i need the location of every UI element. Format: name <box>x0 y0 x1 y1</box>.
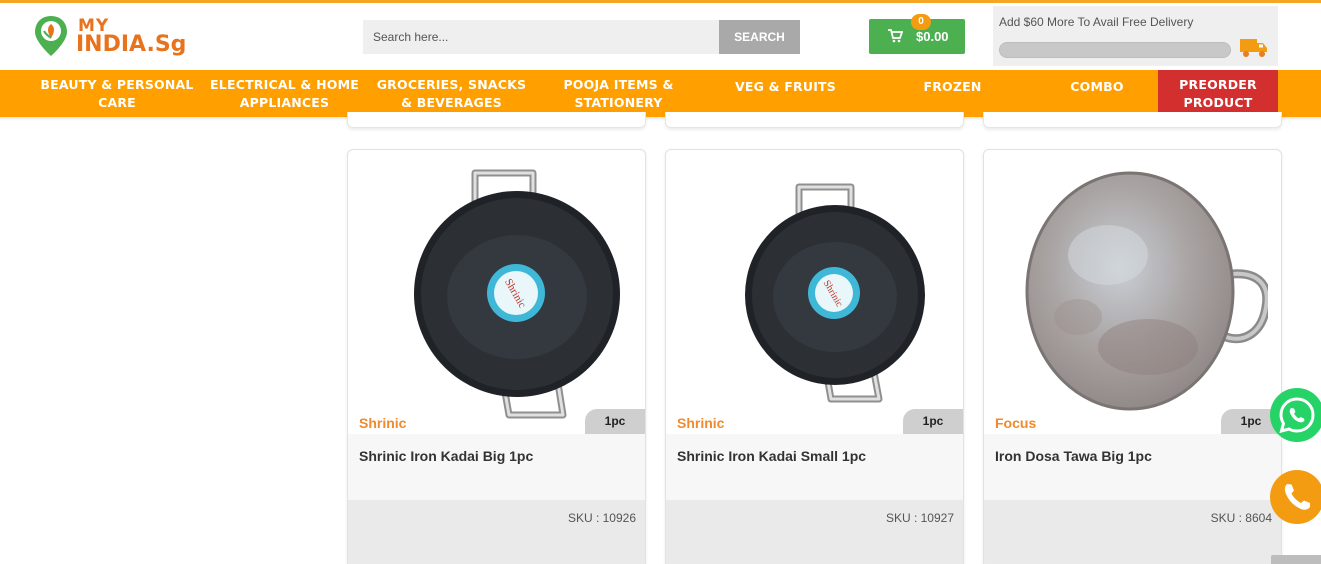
product-title-box: Iron Dosa Tawa Big 1pc <box>984 434 1281 500</box>
nav-item-line1: ELECTRICAL & HOME <box>210 76 359 92</box>
product-sku: SKU : 8604 <box>1210 511 1272 525</box>
nav-item-frozen[interactable]: FROZEN <box>869 70 1036 117</box>
nav-item-pooja-stationery[interactable]: POOJA ITEMS & STATIONERY <box>535 70 702 117</box>
free-delivery-message: Add $60 More To Avail Free Delivery <box>999 15 1194 29</box>
scroll-to-top-button[interactable] <box>1271 555 1321 564</box>
previous-row-card <box>347 112 646 128</box>
nav-item-beauty-personal-care[interactable]: BEAUTY & PERSONAL CARE <box>33 70 201 117</box>
nav-item-electrical-home[interactable]: ELECTRICAL & HOME APPLIANCES <box>201 70 368 117</box>
nav-item-label: FROZEN <box>923 79 982 94</box>
logo-pin-icon <box>35 16 67 56</box>
kadai-big-image: Shrinic <box>413 169 620 419</box>
free-delivery-panel: Add $60 More To Avail Free Delivery <box>993 6 1278 66</box>
product-image[interactable] <box>984 150 1281 434</box>
product-sku: SKU : 10927 <box>885 511 954 525</box>
product-card[interactable]: Focus 1pc Iron Dosa Tawa Big 1pc SKU : 8… <box>983 149 1282 564</box>
nav-item-label: ELECTRICAL & HOME APPLIANCES <box>210 76 359 112</box>
nav-item-label: VEG & FRUITS <box>735 79 836 94</box>
truck-icon <box>1240 39 1267 57</box>
whatsapp-icon <box>1279 397 1315 434</box>
phone-icon <box>1284 484 1310 510</box>
nav-item-line1: POOJA ITEMS & <box>563 76 674 92</box>
product-sku-box: SKU : 10926 <box>348 500 645 564</box>
cart-icon <box>888 29 903 43</box>
product-image[interactable]: Shrinic <box>348 150 645 434</box>
product-sku: SKU : 10926 <box>567 511 636 525</box>
delivery-progress-bar <box>999 42 1231 58</box>
category-nav: BEAUTY & PERSONAL CARE ELECTRICAL & HOME A… <box>0 70 1321 117</box>
product-title-box: Shrinic Iron Kadai Big 1pc <box>348 434 645 500</box>
previous-row-card <box>665 112 964 128</box>
nav-item-veg-fruits[interactable]: VEG & FRUITS <box>702 70 869 117</box>
product-brand[interactable]: Shrinic <box>359 415 406 431</box>
previous-row-card <box>983 112 1282 128</box>
cart-total: $0.00 <box>916 29 949 44</box>
nav-item-label: BEAUTY & PERSONAL CARE <box>40 76 193 112</box>
nav-item-line2: & BEVERAGES <box>401 94 502 110</box>
nav-item-line1: GROCERIES, SNACKS <box>376 76 527 92</box>
search-button[interactable]: SEARCH <box>719 20 800 54</box>
nav-item-line2: PRODUCT <box>1183 94 1253 110</box>
nav-item-label: GROCERIES, SNACKS & BEVERAGES <box>377 76 527 112</box>
product-card[interactable]: Shrinic Shrinic 1pc Shrinic Iron Kadai B… <box>347 149 646 564</box>
whatsapp-button[interactable] <box>1270 388 1321 442</box>
nav-item-label: PREORDER PRODUCT <box>1179 76 1257 112</box>
cart-count-badge: 0 <box>911 14 931 30</box>
product-title[interactable]: Iron Dosa Tawa Big 1pc <box>995 448 1152 464</box>
nav-item-label: COMBO <box>1070 79 1124 94</box>
site-header: MY INDIA.Sg SEARCH $0.00 0 Add $60 More … <box>0 3 1321 70</box>
product-sku-box: SKU : 10927 <box>666 500 963 564</box>
product-image[interactable]: Shrinic <box>666 150 963 434</box>
nav-item-combo[interactable]: COMBO <box>1036 70 1158 117</box>
product-qty-badge: 1pc <box>903 409 963 434</box>
product-title-box: Shrinic Iron Kadai Small 1pc <box>666 434 963 500</box>
product-title[interactable]: Shrinic Iron Kadai Big 1pc <box>359 448 533 464</box>
product-brand[interactable]: Focus <box>995 415 1036 431</box>
logo-text-bottom: INDIA.Sg <box>76 32 186 57</box>
nav-item-preorder-product[interactable]: PREORDER PRODUCT <box>1158 70 1278 117</box>
logo-text-india: INDIA <box>76 32 147 57</box>
nav-item-line1: PREORDER <box>1179 76 1257 92</box>
product-title[interactable]: Shrinic Iron Kadai Small 1pc <box>677 448 866 464</box>
product-qty-badge: 1pc <box>585 409 645 434</box>
nav-item-line2: CARE <box>98 94 136 110</box>
cart-button[interactable]: $0.00 0 <box>869 14 965 54</box>
product-brand[interactable]: Shrinic <box>677 415 724 431</box>
product-sku-box: SKU : 8604 <box>984 500 1281 564</box>
nav-item-line2: STATIONERY <box>574 94 663 110</box>
search-bar: SEARCH <box>363 20 800 54</box>
kadai-small-image: Shrinic <box>744 183 925 403</box>
nav-item-groceries[interactable]: GROCERIES, SNACKS & BEVERAGES <box>368 70 535 117</box>
nav-item-line1: BEAUTY & PERSONAL <box>40 76 194 92</box>
site-logo[interactable]: MY INDIA.Sg <box>33 14 193 64</box>
logo-text-suffix: .Sg <box>146 32 187 57</box>
product-card[interactable]: Shrinic Shrinic 1pc Shrinic Iron Kadai S… <box>665 149 964 564</box>
call-button[interactable] <box>1270 470 1321 524</box>
nav-item-line2: APPLIANCES <box>239 94 330 110</box>
nav-item-label: POOJA ITEMS & STATIONERY <box>563 76 673 112</box>
dosa-tawa-image <box>1025 171 1268 411</box>
search-input[interactable] <box>363 20 719 54</box>
